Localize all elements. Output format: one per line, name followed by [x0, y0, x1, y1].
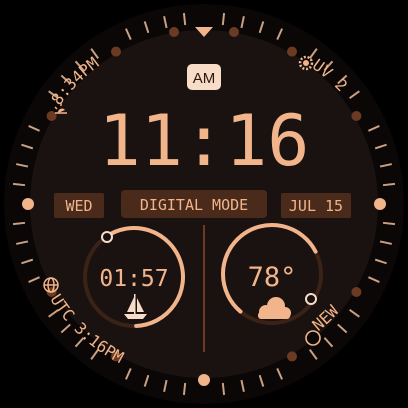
hour-dot — [374, 198, 386, 210]
temperature-value[interactable]: 78° — [248, 262, 297, 293]
minute-tick — [12, 182, 26, 187]
hour-dot — [169, 27, 179, 37]
hour-dot — [351, 111, 362, 121]
hour-dot — [111, 46, 121, 57]
weather-ring-knob[interactable] — [305, 293, 317, 305]
hour-dot — [22, 198, 34, 210]
hour-dot — [351, 287, 362, 297]
minute-tick — [12, 221, 26, 226]
hour-dot — [229, 27, 239, 37]
hour-dot — [287, 351, 297, 362]
minute-tick — [182, 382, 187, 396]
date-label: JUL 15 — [289, 197, 343, 215]
hour-dot — [287, 46, 297, 57]
mode-label: DIGITAL MODE — [140, 196, 248, 214]
am-pm-label: AM — [193, 70, 216, 87]
watch-face: AM 11:16 WED DIGITAL MODE JUL 15 01:57 7… — [4, 4, 404, 404]
day-label: WED — [65, 197, 92, 215]
main-time: 11:16 — [99, 100, 310, 182]
timer-value[interactable]: 01:57 — [99, 266, 168, 292]
timer-ring-knob[interactable] — [101, 231, 113, 243]
moon-phase-icon — [305, 330, 321, 346]
minute-tick — [182, 12, 187, 26]
minute-tick — [382, 221, 396, 226]
minute-tick — [382, 182, 396, 187]
minute-tick — [221, 382, 226, 396]
minute-tick — [221, 12, 226, 26]
hour-dot — [198, 374, 210, 386]
